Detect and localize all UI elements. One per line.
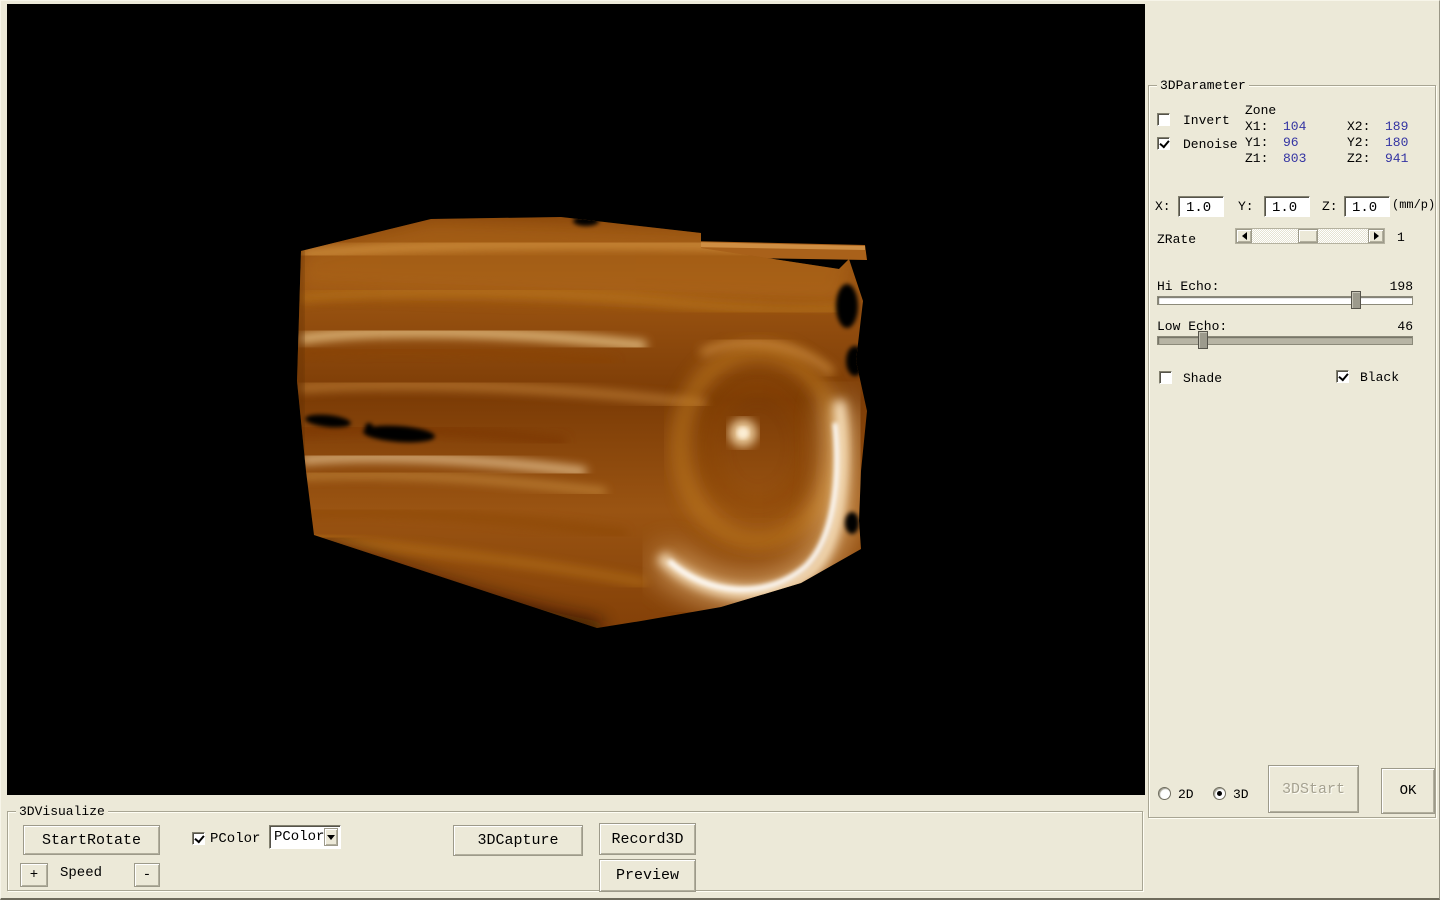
preview-button[interactable]: Preview: [599, 859, 696, 892]
invert-checkbox[interactable]: [1157, 113, 1170, 126]
zone-x2-value: 189: [1385, 119, 1408, 135]
zone-y2-value: 180: [1385, 135, 1408, 151]
zone-z1-value: 803: [1283, 151, 1347, 167]
pcolor-select-arrow[interactable]: [324, 828, 338, 846]
scale-unit-label: (mm/p): [1392, 198, 1435, 213]
zrate-value: 1: [1397, 230, 1405, 245]
mode-2d-label: 2D: [1178, 787, 1194, 802]
zone-x1-value: 104: [1283, 119, 1347, 135]
pcolor-select[interactable]: PColor: [269, 825, 341, 849]
low-echo-label: Low Echo:: [1157, 319, 1227, 334]
speed-label: Speed: [60, 866, 102, 881]
visualize-panel-title: 3DVisualize: [16, 804, 108, 819]
3dcapture-button[interactable]: 3DCapture: [453, 825, 583, 856]
scale-x-label: X:: [1155, 199, 1171, 214]
ok-button[interactable]: OK: [1381, 768, 1435, 814]
zone-y1-value: 96: [1283, 135, 1347, 151]
hi-echo-track[interactable]: [1157, 296, 1413, 305]
zone-block: Zone X1: 104 X2: 189 Y1: 96 Y2: 180 Z1: …: [1245, 103, 1430, 167]
shade-label: Shade: [1183, 371, 1222, 386]
zrate-scrollbar[interactable]: [1235, 228, 1385, 244]
black-checkbox[interactable]: [1336, 370, 1349, 383]
zone-x2-label: X2:: [1347, 119, 1385, 135]
mode-2d-radio[interactable]: [1158, 787, 1171, 800]
scale-z-label: Z:: [1322, 199, 1338, 214]
pcolor-select-value: PColor: [270, 829, 324, 845]
zone-label: Zone: [1245, 103, 1430, 119]
speed-minus-button[interactable]: -: [134, 863, 160, 887]
denoise-label: Denoise: [1183, 137, 1238, 152]
app-window: 3DParameter Invert Denoise Zone X1: 104 …: [0, 0, 1440, 900]
visualize-panel: 3DVisualize StartRotate PColor PColor 3D…: [7, 811, 1143, 891]
hi-echo-thumb[interactable]: [1351, 291, 1361, 309]
zone-z2-label: Z2:: [1347, 151, 1385, 167]
hi-echo-value: 198: [1369, 279, 1413, 294]
3d-viewport[interactable]: [7, 4, 1145, 795]
low-echo-value: 46: [1369, 319, 1413, 334]
shade-checkbox[interactable]: [1159, 371, 1172, 384]
zone-z1-label: Z1:: [1245, 151, 1283, 167]
down-triangle-icon: [327, 835, 335, 840]
scale-x-input[interactable]: [1178, 196, 1224, 217]
mode-3d-radio[interactable]: [1213, 787, 1226, 800]
zrate-right-arrow[interactable]: [1368, 229, 1384, 243]
pcolor-checkbox[interactable]: [192, 832, 205, 845]
low-echo-track[interactable]: [1157, 336, 1413, 345]
zrate-thumb[interactable]: [1298, 229, 1318, 243]
zone-z2-value: 941: [1385, 151, 1408, 167]
zone-row-y: Y1: 96 Y2: 180: [1245, 135, 1430, 151]
param-panel: 3DParameter Invert Denoise Zone X1: 104 …: [1148, 85, 1436, 818]
start-rotate-button[interactable]: StartRotate: [23, 825, 160, 855]
left-triangle-icon: [1242, 232, 1247, 240]
low-echo-thumb[interactable]: [1198, 331, 1208, 349]
pcolor-label: PColor: [210, 832, 260, 847]
scale-y-input[interactable]: [1264, 196, 1310, 217]
black-label: Black: [1360, 370, 1399, 385]
volume-render: [7, 4, 1145, 795]
scale-z-input[interactable]: [1344, 196, 1390, 217]
param-panel-title: 3DParameter: [1157, 78, 1249, 93]
record3d-button[interactable]: Record3D: [599, 823, 696, 855]
zone-row-x: X1: 104 X2: 189: [1245, 119, 1430, 135]
right-triangle-icon: [1374, 232, 1379, 240]
3dstart-button[interactable]: 3DStart: [1268, 765, 1359, 813]
scale-y-label: Y:: [1238, 199, 1254, 214]
zrate-label: ZRate: [1157, 232, 1196, 247]
zrate-left-arrow[interactable]: [1236, 229, 1252, 243]
invert-label: Invert: [1183, 113, 1230, 128]
mode-3d-label: 3D: [1233, 787, 1249, 802]
zone-y1-label: Y1:: [1245, 135, 1283, 151]
zone-x1-label: X1:: [1245, 119, 1283, 135]
zone-row-z: Z1: 803 Z2: 941: [1245, 151, 1430, 167]
zone-y2-label: Y2:: [1347, 135, 1385, 151]
denoise-checkbox[interactable]: [1157, 137, 1170, 150]
hi-echo-label: Hi Echo:: [1157, 279, 1219, 294]
speed-plus-button[interactable]: +: [20, 863, 48, 887]
